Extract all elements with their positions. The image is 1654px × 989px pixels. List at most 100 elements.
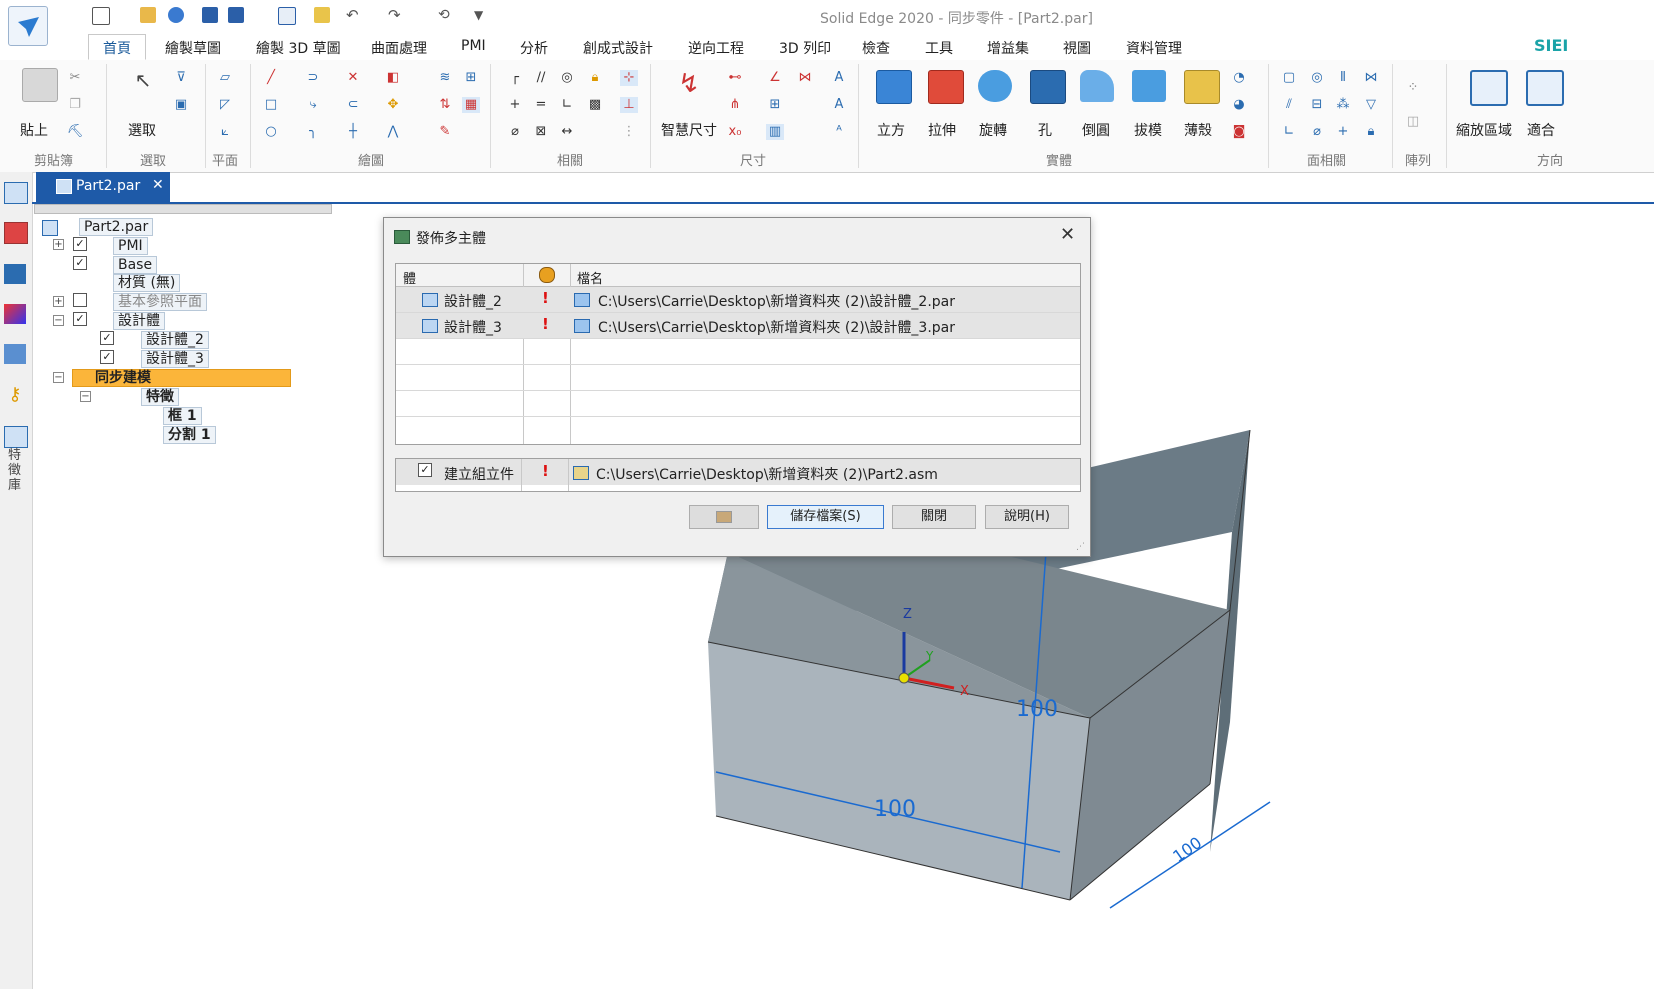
fillet-icon[interactable]: ╮ (304, 124, 322, 140)
undo-icon[interactable]: ↶ (346, 7, 362, 23)
face-relation5-icon[interactable]: ⫽ (1280, 97, 1298, 113)
fit-button[interactable]: 適合 (1527, 120, 1555, 140)
hole-icon[interactable] (1030, 70, 1066, 104)
project-icon[interactable]: ≋ (436, 70, 454, 86)
face-relation9-icon[interactable]: ∟ (1280, 124, 1298, 140)
checkbox-checked-icon[interactable]: ✓ (73, 312, 87, 326)
face-relation4-icon[interactable]: ⋈ (1362, 70, 1380, 86)
face-relation11-icon[interactable]: + (1334, 124, 1352, 140)
collapse-icon[interactable]: − (53, 372, 64, 383)
pathfinder-icon[interactable] (4, 182, 28, 204)
redo-icon[interactable]: ↷ (388, 7, 404, 23)
dimension-axis-icon[interactable]: ▥ (766, 124, 784, 140)
face-relation10-icon[interactable]: ⌀ (1308, 124, 1326, 140)
symmetric-icon[interactable]: ⊠ (532, 124, 550, 140)
round-icon[interactable] (1080, 70, 1114, 102)
header-body[interactable]: 體 (403, 268, 416, 287)
tab-reverse[interactable]: 逆向工程 (688, 38, 744, 58)
thicken-icon[interactable]: ◕ (1230, 97, 1248, 113)
equal-icon[interactable]: = (532, 97, 550, 113)
row-file-path[interactable]: C:\Users\Carrie\Desktop\新增資料夾 (2)\設計體_2.… (598, 291, 955, 311)
select-arrow-icon[interactable]: ↖ (134, 70, 152, 90)
close-button[interactable]: 關閉 (892, 505, 976, 529)
draft-button[interactable]: 拔模 (1134, 120, 1162, 140)
face-relation2-icon[interactable]: ◎ (1308, 70, 1326, 86)
close-tab-icon[interactable]: ✕ (152, 177, 164, 193)
hole-button[interactable]: 孔 (1038, 120, 1052, 140)
revolve-button[interactable]: 旋轉 (979, 120, 1007, 140)
relation-handle-icon[interactable]: ⊹ (620, 70, 638, 86)
feature-library-label[interactable]: 特徵庫 (8, 448, 24, 493)
fit-icon[interactable] (1526, 70, 1564, 106)
face-relation7-icon[interactable]: ⁂ (1334, 97, 1352, 113)
coordinate-dim-icon[interactable]: x₀ (726, 124, 744, 140)
tree-ref-planes[interactable]: 基本參照平面 (113, 293, 207, 311)
layers-icon[interactable] (4, 222, 28, 244)
tree-body-3[interactable]: 設計體_3 (141, 350, 209, 368)
boolean-icon[interactable]: ◙ (1230, 124, 1248, 140)
checkbox-checked-icon[interactable]: ✓ (73, 237, 87, 251)
tab-home[interactable]: 首頁 (88, 34, 146, 60)
horizontal-icon[interactable]: + (506, 97, 524, 113)
checkbox-checked-icon[interactable]: ✓ (100, 331, 114, 345)
angle-dim-icon[interactable]: ∠ (766, 70, 784, 86)
select-button[interactable]: 選取 (128, 120, 156, 140)
filter-icon[interactable]: ⊽ (172, 70, 190, 86)
connect-icon[interactable]: ┌ (506, 70, 524, 86)
paste-button[interactable]: 貼上 (20, 120, 48, 140)
tab-surfacing[interactable]: 曲面處理 (371, 38, 427, 58)
tab-sketch[interactable]: 繪製草圖 (165, 38, 221, 58)
tree-base[interactable]: Base (113, 256, 158, 274)
share-icon[interactable] (168, 7, 184, 23)
feature-library-icon[interactable] (4, 426, 28, 448)
coincident-plane-icon[interactable]: ◸ (216, 97, 234, 113)
collapse-icon[interactable]: − (53, 315, 64, 326)
resize-grip-icon[interactable]: ⋰ (1076, 542, 1085, 552)
tab-check[interactable]: 檢查 (862, 38, 890, 58)
assembly-checkbox[interactable]: ✓ (418, 463, 432, 477)
show-relations-icon[interactable]: ⋮ (620, 124, 638, 140)
offset-icon[interactable]: ⊂ (344, 97, 362, 113)
extend-icon[interactable]: ┼ (344, 124, 362, 140)
symmetric-diameter-icon[interactable]: ⊞ (766, 97, 784, 113)
circle-icon[interactable]: ○ (262, 124, 280, 140)
parallel-icon[interactable]: ∕∕ (532, 70, 550, 86)
close-icon[interactable]: ✕ (1060, 224, 1075, 245)
collapse-icon[interactable]: − (80, 391, 91, 402)
tab-tools[interactable]: 工具 (925, 38, 953, 58)
small-text-icon[interactable]: ᴬ (830, 124, 848, 140)
family-icon[interactable] (4, 344, 26, 364)
tab-addins[interactable]: 增益集 (987, 38, 1029, 58)
move-icon[interactable]: ✥ (384, 97, 402, 113)
face-relation12-icon[interactable]: 🔒︎ (1362, 124, 1380, 140)
arc-icon[interactable]: ⊃ (304, 70, 322, 86)
lock-icon[interactable]: 🔒︎ (586, 70, 604, 86)
checkbox-checked-icon[interactable]: ✓ (100, 350, 114, 364)
help-button[interactable]: 說明(H) (985, 505, 1069, 529)
notes-icon[interactable] (314, 7, 330, 23)
tab-pmi[interactable]: PMI (461, 38, 486, 54)
maintain-relations-icon[interactable]: ⊥ (620, 97, 638, 113)
row-file-path[interactable]: C:\Users\Carrie\Desktop\新增資料夾 (2)\設計體_3.… (598, 317, 955, 337)
save-icon[interactable] (202, 7, 218, 23)
fill-icon[interactable]: ◧ (384, 70, 402, 86)
assembly-file-path[interactable]: C:\Users\Carrie\Desktop\新增資料夾 (2)\Part2.… (596, 464, 938, 484)
rigid-icon[interactable]: ▩ (586, 97, 604, 113)
coordinate-icon[interactable]: ⟀ (216, 124, 234, 140)
customize-chevron-icon[interactable]: ▼ (474, 7, 490, 23)
tree-material[interactable]: 材質 (無) (113, 274, 181, 292)
properties-icon[interactable] (278, 7, 296, 25)
save-all-icon[interactable] (228, 7, 244, 23)
tab-3d-sketch[interactable]: 繪製 3D 草圖 (256, 38, 341, 58)
tangent-arc-icon[interactable]: ⤷ (304, 97, 322, 113)
tab-data-mgmt[interactable]: 資料管理 (1126, 38, 1182, 58)
rectangle-icon[interactable]: □ (262, 97, 280, 113)
copy-icon[interactable]: ❐ (66, 97, 84, 113)
thin-wall-button[interactable]: 薄殼 (1184, 120, 1212, 140)
tree-design-body[interactable]: 設計體 (113, 312, 165, 330)
paste-icon[interactable] (22, 68, 58, 102)
expand-icon[interactable]: + (53, 239, 64, 250)
text-a-icon[interactable]: A (830, 70, 848, 86)
save-file-button[interactable]: 儲存檔案(S) (767, 505, 884, 529)
perpendicular-icon[interactable]: ∟ (558, 97, 576, 113)
